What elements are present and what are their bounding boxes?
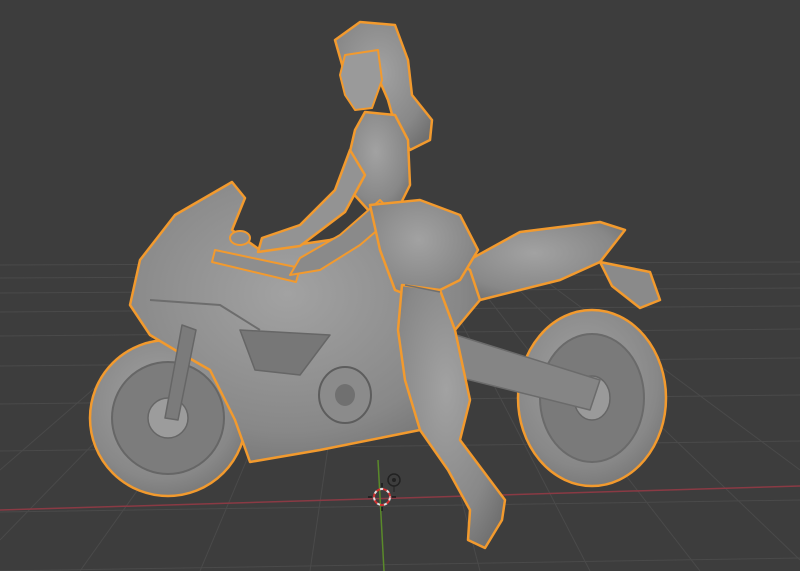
mirror: [229, 230, 251, 246]
engine-hub: [335, 384, 355, 406]
3d-viewport[interactable]: [0, 0, 800, 571]
viewport-canvas[interactable]: [0, 0, 800, 571]
